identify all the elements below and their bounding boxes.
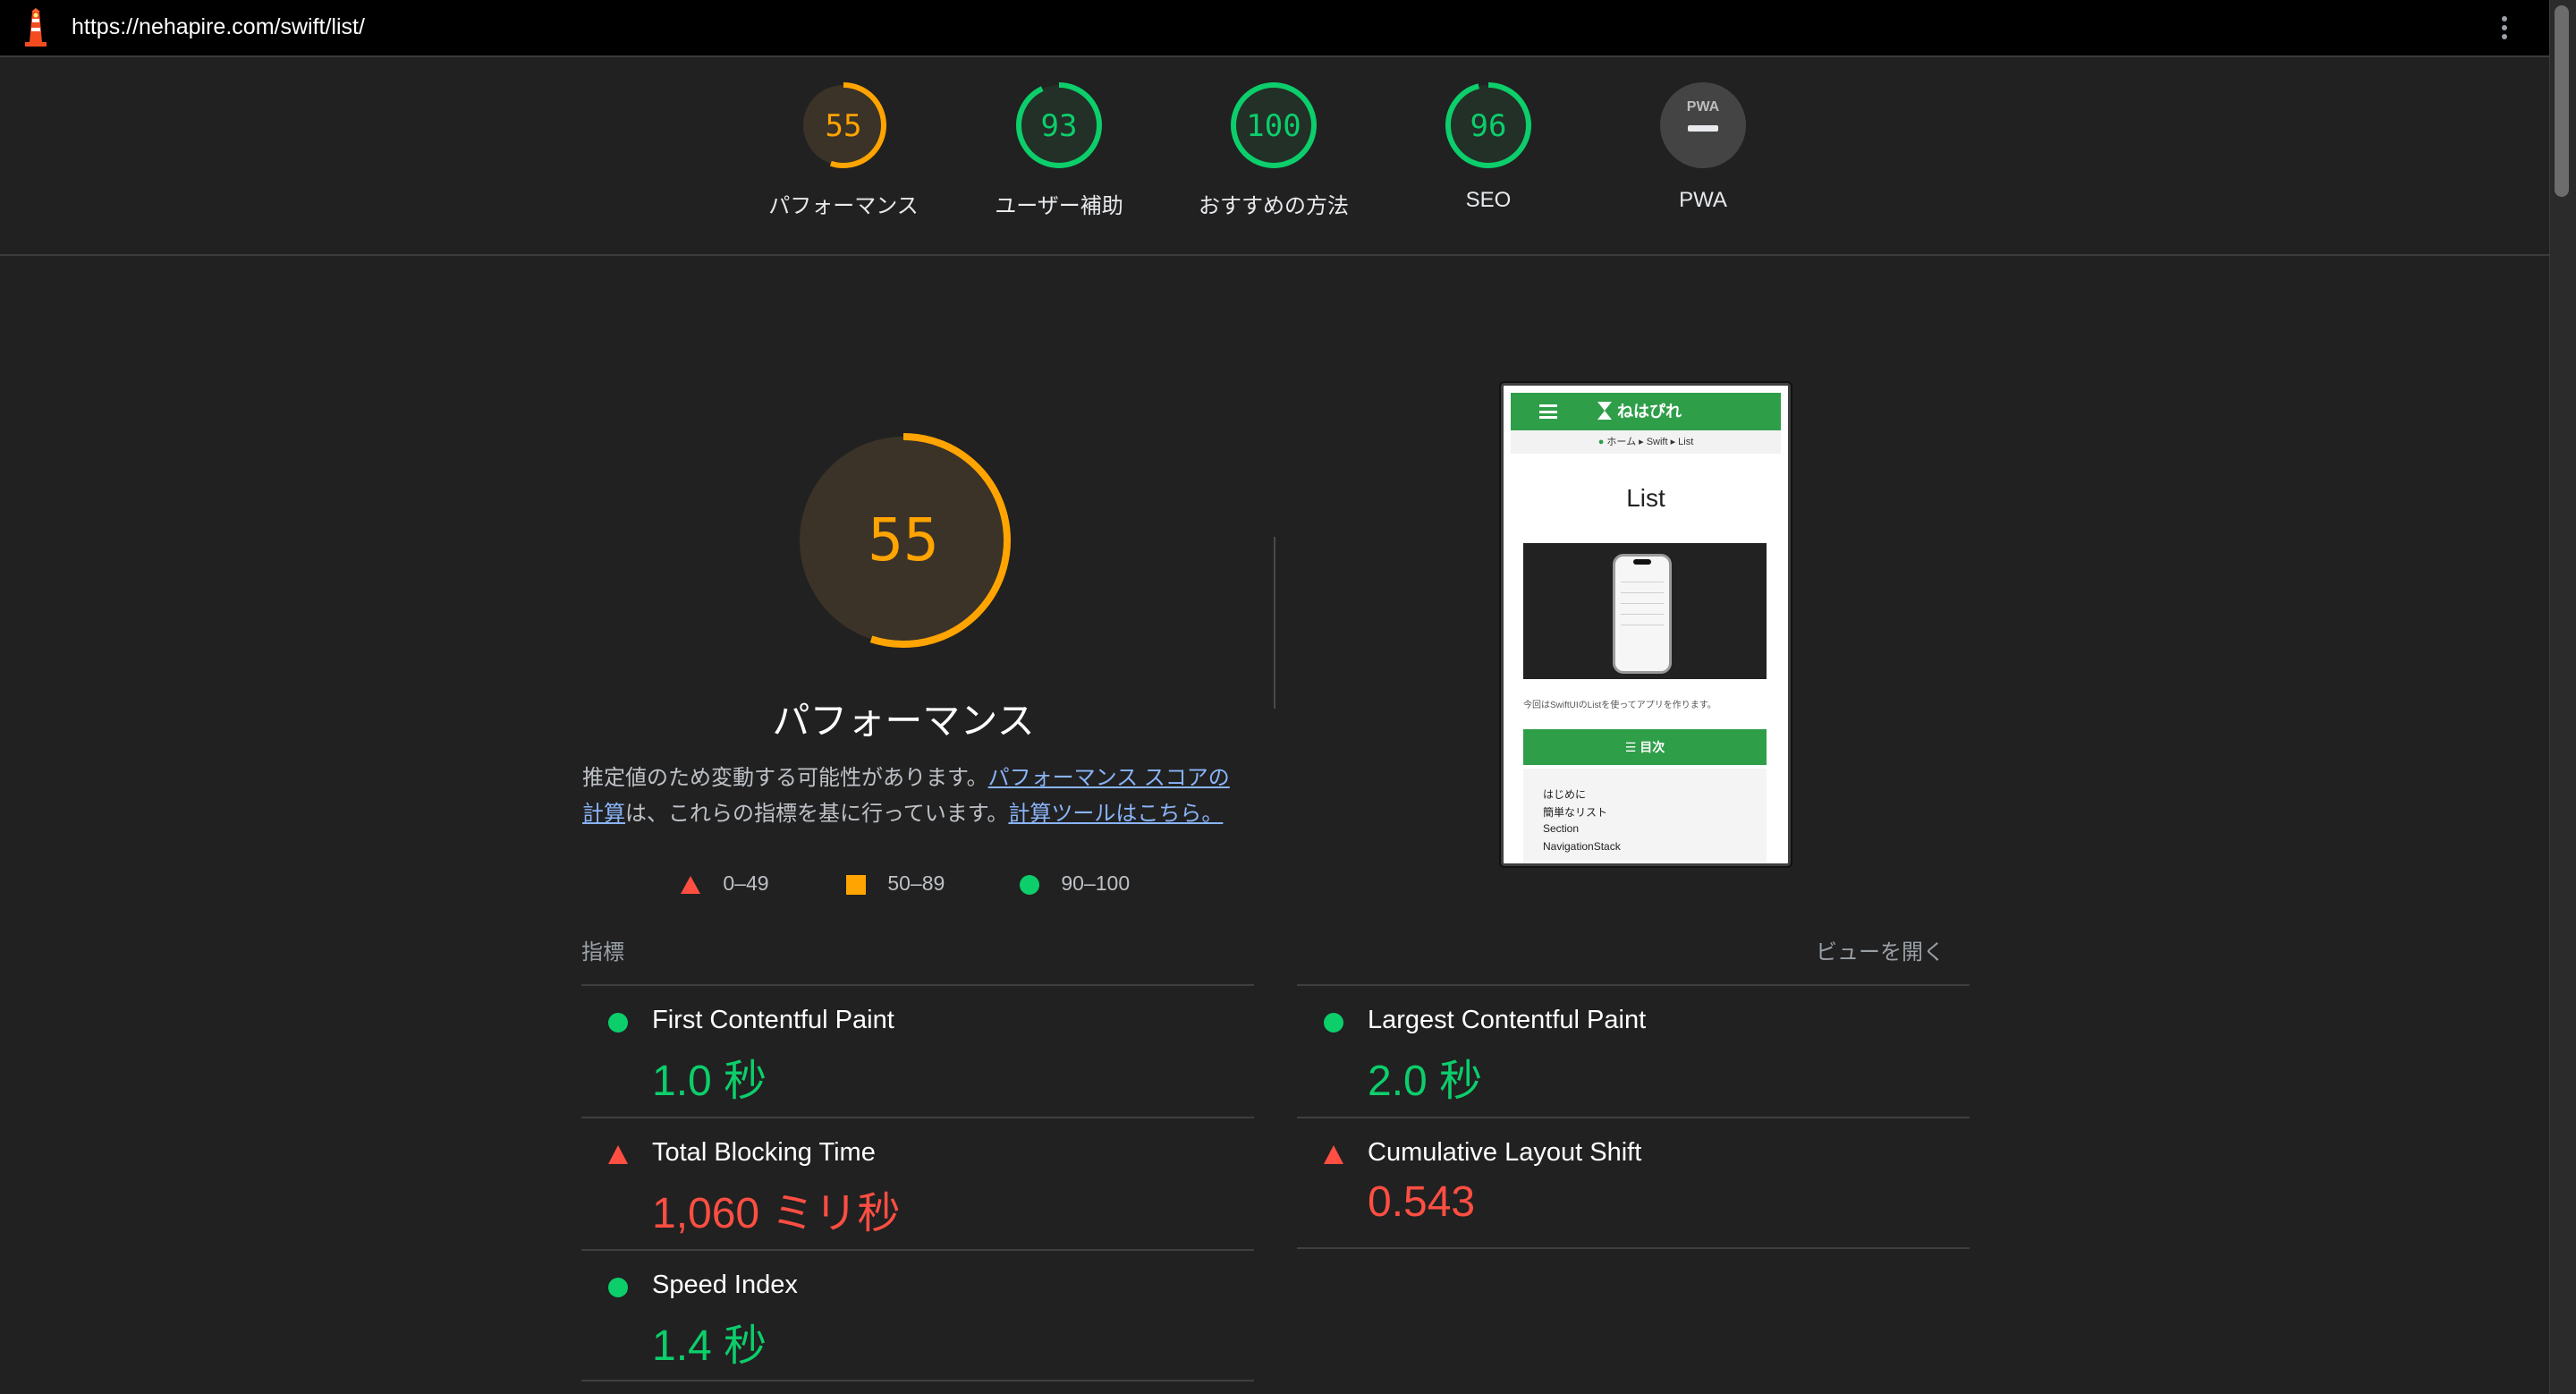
- calculator-link[interactable]: 計算ツールはこちら。: [1008, 802, 1223, 826]
- metric-fcp: First Contentful Paint 1.0 秒: [581, 986, 1254, 1117]
- gauge-seo[interactable]: 96 SEO: [1399, 81, 1578, 213]
- gauge-performance[interactable]: 55 パフォーマンス: [754, 81, 933, 219]
- list-icon: ☰: [1624, 740, 1637, 754]
- screenshot-toc: ☰ 目次: [1523, 729, 1767, 765]
- metric-name: First Contentful Paint: [652, 1006, 894, 1034]
- legend-fail-label: 0–49: [723, 871, 769, 895]
- category-gauges: 55 パフォーマンス 93 ユーザー補助 100 おすすめの方法 96 SEO …: [0, 57, 2549, 256]
- legend-pass-label: 90–100: [1061, 871, 1131, 895]
- metric-status-icon: [1324, 1013, 1343, 1033]
- gauge-label: パフォーマンス: [768, 194, 919, 218]
- phone-mockup: [1613, 554, 1672, 674]
- gauge-label: PWA: [1679, 188, 1727, 212]
- scrollbar-thumb[interactable]: [2555, 5, 2569, 197]
- hamburger-icon: [1539, 404, 1557, 419]
- best-practices-gauge-ring: 100: [1231, 82, 1317, 168]
- screenshot-title: List: [1626, 484, 1665, 512]
- scrollbar-track[interactable]: [2549, 0, 2576, 1394]
- orange-square-icon: [846, 874, 866, 895]
- green-circle-icon: [1020, 874, 1039, 895]
- metric-value: 2.0 秒: [1368, 1058, 1483, 1105]
- performance-score-gauge: 55: [796, 433, 1011, 648]
- metric-value: 1.4 秒: [652, 1322, 767, 1370]
- screenshot-brand-text: ねはぴれ: [1617, 403, 1682, 421]
- screenshot-toc-label: 目次: [1640, 740, 1665, 754]
- screenshot-intro: 今回はSwiftUIのListを使ってアプリを作ります。: [1523, 701, 1716, 710]
- metrics-label: 指標: [581, 940, 624, 965]
- description-text: 推定値のため変動する可能性があります。: [582, 766, 988, 790]
- screenshot-header: ねはぴれ: [1511, 393, 1781, 430]
- gauge-score: 93: [1041, 108, 1078, 144]
- metric-value: 1.0 秒: [652, 1058, 767, 1105]
- metric-value: 0.543: [1368, 1178, 1476, 1226]
- toc-item: はじめに: [1543, 788, 1587, 801]
- pwa-badge-text: PWA: [1687, 99, 1720, 115]
- metric-name: Cumulative Layout Shift: [1368, 1138, 1642, 1167]
- section-divider: [1274, 537, 1275, 709]
- address-bar: https://nehapire.com/swift/list/: [0, 0, 2549, 57]
- pwa-badge-icon: PWA: [1660, 82, 1746, 168]
- gauge-accessibility[interactable]: 93 ユーザー補助: [970, 81, 1148, 219]
- metric-name: Speed Index: [652, 1271, 798, 1299]
- performance-score: 55: [868, 506, 938, 574]
- performance-gauge-ring: 55: [801, 82, 886, 168]
- gauge-score: 55: [826, 108, 862, 144]
- metric-cls: Cumulative Layout Shift 0.543: [1297, 1118, 1970, 1249]
- screenshot-breadcrumb: ● ホーム ▸ Swift ▸ List: [1511, 430, 1781, 454]
- metric-name: Largest Contentful Paint: [1368, 1006, 1647, 1034]
- score-legend: 0–49 50–89 90–100: [680, 868, 1145, 898]
- metric-status-icon: [608, 1013, 628, 1033]
- more-options-icon[interactable]: [2492, 13, 2517, 43]
- toc-item: NavigationStack: [1543, 840, 1621, 853]
- metric-lcp: Largest Contentful Paint 2.0 秒: [1297, 986, 1970, 1117]
- gauge-pwa[interactable]: PWA PWA: [1614, 81, 1792, 213]
- toc-item: 簡単なリスト: [1543, 806, 1608, 819]
- screenshot-brand: ねはぴれ: [1597, 400, 1682, 423]
- gauge-label: SEO: [1465, 188, 1512, 212]
- screenshot-hero-image: [1523, 543, 1767, 679]
- metric-status-icon: [1324, 1145, 1343, 1164]
- location-pin-icon: ●: [1597, 437, 1605, 447]
- metric-value: 1,060 ミリ秒: [652, 1190, 901, 1237]
- expand-view-toggle[interactable]: ビューを開く: [1816, 934, 1945, 965]
- metric-tbt: Total Blocking Time 1,060 ミリ秒: [581, 1118, 1254, 1249]
- metric-speed-index: Speed Index 1.4 秒: [581, 1251, 1254, 1381]
- description-text-2: は、これらの指標を基に行っています。: [625, 802, 1009, 826]
- hourglass-icon: [1597, 402, 1612, 420]
- metric-status-icon: [608, 1278, 628, 1297]
- metric-name: Total Blocking Time: [652, 1138, 876, 1167]
- seo-gauge-ring: 96: [1445, 82, 1531, 168]
- legend-average-label: 50–89: [887, 871, 945, 895]
- screenshot-breadcrumb-text: ホーム ▸ Swift ▸ List: [1606, 437, 1694, 447]
- legend-pass: 90–100: [1020, 868, 1130, 898]
- metric-status-icon: [608, 1145, 628, 1164]
- toc-item: Section: [1543, 822, 1580, 835]
- legend-fail: 0–49: [680, 868, 769, 898]
- performance-description: 推定値のため変動する可能性があります。パフォーマンス スコアの計算は、これらの指…: [582, 761, 1244, 832]
- lighthouse-icon: [25, 8, 47, 47]
- gauge-score: 96: [1470, 108, 1507, 144]
- page-url[interactable]: https://nehapire.com/swift/list/: [72, 13, 365, 40]
- metrics-divider: [581, 1380, 1254, 1381]
- performance-title: パフォーマンス: [772, 700, 1035, 742]
- legend-average: 50–89: [846, 868, 945, 898]
- gauge-label: ユーザー補助: [995, 194, 1123, 218]
- gauge-score: 100: [1246, 108, 1301, 144]
- accessibility-gauge-ring: 93: [1016, 82, 1102, 168]
- metrics-divider: [1297, 1247, 1970, 1249]
- final-screenshot[interactable]: ねはぴれ ● ホーム ▸ Swift ▸ List List 今回はSwiftU…: [1501, 383, 1791, 866]
- red-triangle-icon: [681, 875, 700, 894]
- gauge-best-practices[interactable]: 100 おすすめの方法: [1184, 81, 1363, 219]
- screenshot-toc-list: はじめに 簡単なリスト Section NavigationStack: [1523, 769, 1767, 863]
- gauge-label: おすすめの方法: [1199, 194, 1349, 218]
